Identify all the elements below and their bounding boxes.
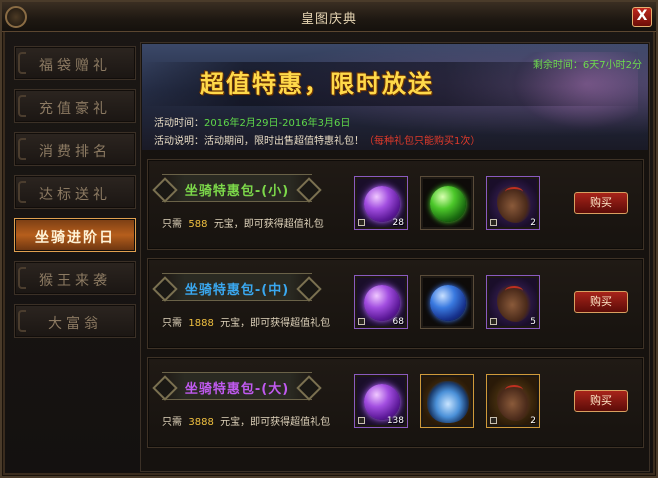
event-window: 皇图庆典 X 福袋赠礼 充值豪礼 消费排名 达标送礼 坐骑进阶日 猴王来袭 大富 (0, 0, 658, 478)
event-desc-text: 活动期间，限时出售超值特惠礼包！ (204, 136, 364, 147)
banner-headline: 超值特惠，限时放送 (200, 70, 434, 98)
sidebar-item-mount-upgrade[interactable]: 坐骑进阶日 (14, 218, 136, 252)
bound-lock-icon (490, 417, 497, 424)
title-bar[interactable]: 皇图庆典 X (2, 2, 656, 32)
package-price: 588 (188, 219, 208, 230)
package-name: 坐骑特惠包-(小) (184, 184, 290, 199)
item-slot[interactable] (420, 275, 474, 329)
package-row-large: 坐骑特惠包-(大) 只需 3888 元宝，即可获得超值礼包 138 2 购买 (147, 357, 644, 448)
item-slot[interactable]: 2 (486, 374, 540, 428)
bound-lock-icon (358, 417, 365, 424)
sidebar-item-label: 充值豪礼 (39, 101, 111, 117)
sidebar-item-label: 大富翁 (48, 316, 102, 332)
desc-suffix: 元宝，即可获得超值礼包 (213, 219, 324, 230)
mount-scroll-icon (497, 284, 531, 322)
package-name: 坐骑特惠包-(大) (184, 382, 290, 397)
desc-suffix: 元宝，即可获得超值礼包 (220, 417, 331, 428)
package-description: 只需 3888 元宝，即可获得超值礼包 (162, 413, 330, 428)
bound-lock-icon (358, 219, 365, 226)
sidebar-item-label: 福袋赠礼 (39, 58, 111, 74)
purple-orb-icon (364, 384, 400, 420)
item-slot[interactable]: 68 (354, 275, 408, 329)
desc-prefix: 只需 (162, 219, 182, 230)
event-desc-label: 活动说明： (154, 136, 204, 147)
green-orb-icon (430, 186, 466, 222)
bound-lock-icon (358, 318, 365, 325)
desc-prefix: 只需 (162, 318, 182, 329)
event-time-value: 2016年2月29日-2016年3月6日 (204, 118, 351, 129)
sidebar-item-monkey-king[interactable]: 猴王来袭 (14, 261, 136, 295)
event-description: 活动说明：活动期间，限时出售超值特惠礼包！（每种礼包只能购买1次） (154, 132, 480, 147)
event-time-label: 活动时间： (154, 118, 204, 129)
package-price: 3888 (188, 417, 214, 428)
item-count: 2 (530, 416, 536, 426)
package-description: 只需 588 元宝，即可获得超值礼包 (162, 215, 324, 230)
sidebar-item-monopoly[interactable]: 大富翁 (14, 304, 136, 338)
bound-lock-icon (490, 219, 497, 226)
desc-suffix: 元宝，即可获得超值礼包 (220, 318, 331, 329)
sidebar-item-milestone[interactable]: 达标送礼 (14, 175, 136, 209)
package-description: 只需 1888 元宝，即可获得超值礼包 (162, 314, 330, 329)
buy-button[interactable]: 购买 (574, 291, 628, 313)
item-count: 28 (392, 218, 404, 228)
item-slot[interactable] (420, 374, 474, 428)
item-count: 68 (392, 317, 404, 327)
sidebar-item-label: 消费排名 (39, 144, 111, 160)
item-count: 5 (530, 317, 536, 327)
sidebar-item-label: 猴王来袭 (39, 273, 111, 289)
sidebar-item-spending-rank[interactable]: 消费排名 (14, 132, 136, 166)
sidebar-item-label: 坐骑进阶日 (35, 230, 115, 246)
desc-prefix: 只需 (162, 417, 182, 428)
sidebar-item-recharge[interactable]: 充值豪礼 (14, 89, 136, 123)
close-button[interactable]: X (632, 7, 652, 27)
countdown-timer: 剩余时间：6天7小时2分 (532, 60, 642, 71)
event-desc-note: （每种礼包只能购买1次） (364, 136, 481, 147)
purple-orb-icon (364, 186, 400, 222)
blue-orb-icon (430, 285, 466, 321)
event-banner: 超值特惠，限时放送 剩余时间：6天7小时2分 活动时间：2016年2月29日-2… (142, 44, 648, 150)
sidebar-item-label: 达标送礼 (39, 187, 111, 203)
item-slot[interactable] (420, 176, 474, 230)
purple-orb-icon (364, 285, 400, 321)
beast-mount-icon (427, 381, 469, 423)
main-panel: 超值特惠，限时放送 剩余时间：6天7小时2分 活动时间：2016年2月29日-2… (140, 42, 650, 472)
package-row-medium: 坐骑特惠包-(中) 只需 1888 元宝，即可获得超值礼包 68 5 购买 (147, 258, 644, 349)
buy-button[interactable]: 购买 (574, 390, 628, 412)
mount-scroll-icon (497, 185, 531, 223)
sidebar: 福袋赠礼 充值豪礼 消费排名 达标送礼 坐骑进阶日 猴王来袭 大富翁 (14, 46, 136, 347)
event-time: 活动时间：2016年2月29日-2016年3月6日 (154, 114, 350, 129)
buy-button[interactable]: 购买 (574, 192, 628, 214)
package-name-plate: 坐骑特惠包-(中) (162, 273, 312, 301)
window-title: 皇图庆典 (300, 12, 357, 27)
package-row-small: 坐骑特惠包-(小) 只需 588 元宝，即可获得超值礼包 28 2 购买 (147, 159, 644, 250)
item-count: 2 (530, 218, 536, 228)
item-slot[interactable]: 2 (486, 176, 540, 230)
item-slot[interactable]: 28 (354, 176, 408, 230)
package-name-plate: 坐骑特惠包-(小) (162, 174, 312, 202)
mount-scroll-icon (497, 383, 531, 421)
bound-lock-icon (490, 318, 497, 325)
item-slot[interactable]: 138 (354, 374, 408, 428)
item-count: 138 (386, 416, 404, 426)
item-slot[interactable]: 5 (486, 275, 540, 329)
package-name: 坐骑特惠包-(中) (184, 283, 290, 298)
sidebar-item-lucky-bag[interactable]: 福袋赠礼 (14, 46, 136, 80)
package-price: 1888 (188, 318, 214, 329)
package-name-plate: 坐骑特惠包-(大) (162, 372, 312, 400)
